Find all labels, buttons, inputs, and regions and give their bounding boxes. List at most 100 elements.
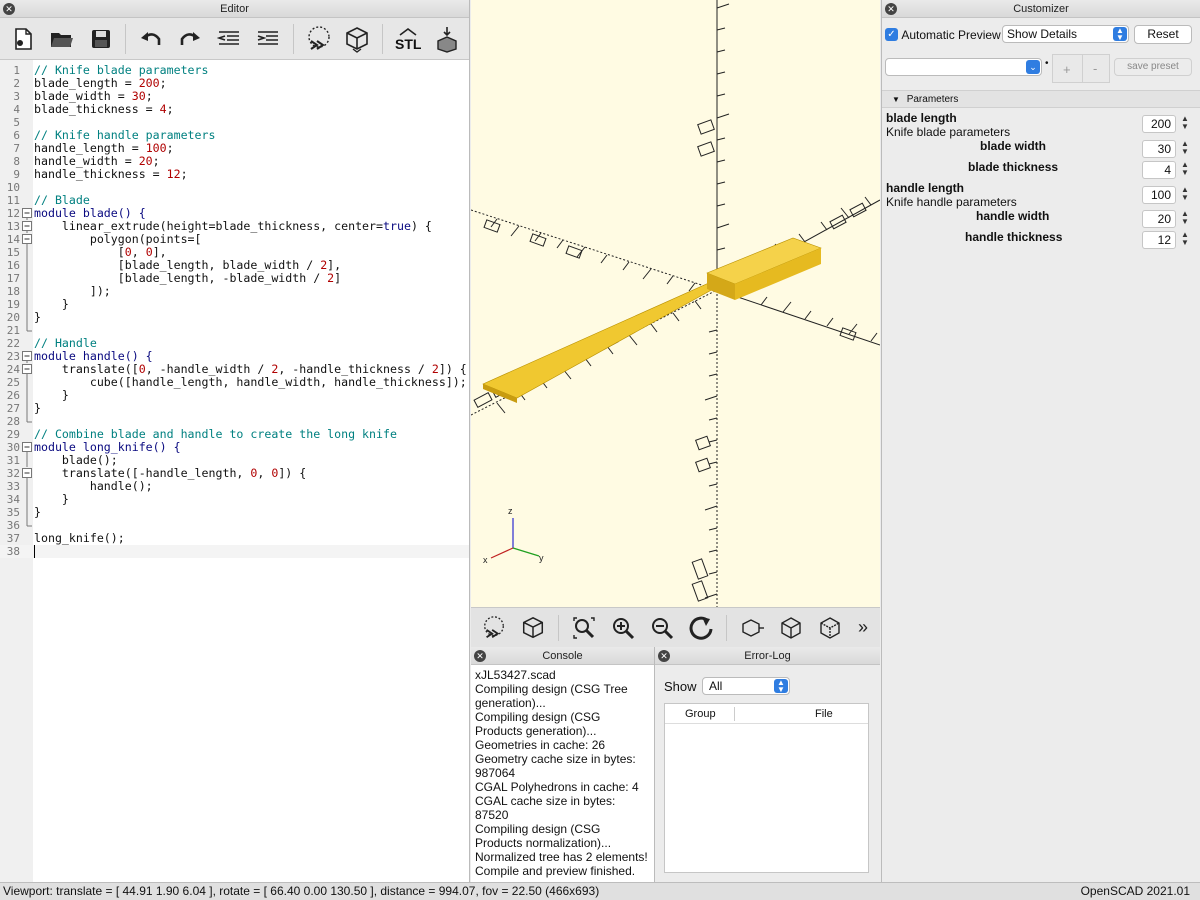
details-select-value: Show Details [1007,27,1078,41]
param-blade-length-desc: Knife blade parameters [886,125,1011,139]
parameters-section-header[interactable]: ▼ Parameters [882,90,1200,108]
code-line[interactable]: 34 } [0,493,469,506]
spin-arrows-icon[interactable]: ▲ ▼ [1179,210,1191,228]
line-number: 11 [6,194,20,207]
line-number: 21 [6,324,20,337]
line-number: 31 [6,454,20,467]
close-icon[interactable]: ✕ [474,650,486,662]
line-number: 29 [6,428,20,441]
customizer-panel: ✕ Customizer ✓ Automatic Preview Show De… [881,0,1200,882]
param-blade-length-label: blade length [886,111,957,125]
view-top-icon[interactable] [774,611,808,645]
line-number: 30 [6,441,20,454]
line-number: 33 [6,480,20,493]
param-handle-length-input[interactable]: 100 [1142,186,1176,204]
editor-toolbar: STL [0,18,469,60]
code-line[interactable]: 37 long_knife(); [0,532,469,546]
view-right-icon[interactable] [735,611,769,645]
editor-panel: ✕ Editor STL 1 // Knife blade parameters… [0,0,470,882]
spin-arrows-icon[interactable]: ▲ ▼ [1179,161,1191,179]
param-handle-width-input[interactable]: 20 [1142,210,1176,228]
zoom-in-icon[interactable] [606,611,640,645]
code-line[interactable]: 9 handle_thickness = 12; [0,168,469,182]
save-preset-button[interactable]: save preset [1114,58,1192,76]
code-line[interactable]: 20} [0,311,469,324]
new-file-icon[interactable] [6,22,40,56]
unindent-icon[interactable] [212,22,246,56]
save-icon[interactable] [84,22,118,56]
more-tools-button[interactable]: » [858,617,868,638]
console-line: Normalized tree has 2 elements! [475,850,648,864]
preset-select[interactable]: ⌄ [885,58,1042,76]
code-line[interactable]: 18 ]); [0,285,469,298]
triangle-down-icon: ▼ [892,95,900,104]
code-line[interactable]: 19 } [0,298,469,311]
reset-view-icon[interactable] [684,611,718,645]
remove-preset-button[interactable]: - [1093,61,1097,76]
code-line[interactable]: 35} [0,506,469,519]
line-number: 32 [6,467,20,480]
spin-arrows-icon[interactable]: ▲ ▼ [1179,140,1191,158]
line-number: 8 [13,155,20,168]
code-line[interactable]: 25 cube([handle_length, handle_width, ha… [0,376,469,389]
status-bar: Viewport: translate = [ 44.91 1.90 6.04 … [0,882,1200,900]
render-icon[interactable] [516,611,550,645]
auto-preview-label: Automatic Preview [901,27,1001,42]
spin-arrows-icon[interactable]: ▲ ▼ [1179,115,1191,133]
line-number: 20 [6,311,20,324]
select-arrows-icon: ▲ ▼ [774,679,788,694]
param-blade-width-input[interactable]: 30 [1142,140,1176,158]
code-line[interactable]: 33 handle(); [0,480,469,493]
console-line: Compiling design (CSG Tree generation)..… [475,682,628,710]
details-select[interactable]: Show Details ▲ ▼ [1002,25,1129,43]
param-blade-length-input[interactable]: 200 [1142,115,1176,133]
version-label: OpenSCAD 2021.01 [1080,884,1190,898]
line-number: 25 [6,376,20,389]
col-group[interactable]: Group [685,704,716,724]
view-bottom-icon[interactable] [813,611,847,645]
render-icon[interactable] [341,22,375,56]
close-icon[interactable]: ✕ [658,650,670,662]
send-to-print-icon[interactable] [430,22,464,56]
line-number: 24 [6,363,20,376]
param-handle-length-desc: Knife handle parameters [886,195,1017,209]
close-icon[interactable]: ✕ [885,3,897,15]
code-line[interactable]: 38 [0,545,469,558]
show-select[interactable]: All ▲ ▼ [702,677,790,695]
3d-viewport[interactable]: z x y [471,0,880,607]
indent-icon[interactable] [251,22,285,56]
checkbox-checked-icon[interactable]: ✓ [885,28,898,42]
axes-gizmo: z x y [483,506,544,565]
code-editor[interactable]: 1// Knife blade parameters 2 blade_length … [0,60,469,882]
line-number: 15 [6,246,20,259]
param-handle-thickness-input[interactable]: 12 [1142,231,1176,249]
line-number: 10 [6,181,20,194]
close-icon[interactable]: ✕ [3,3,15,15]
editor-title: Editor [220,3,249,15]
preview-icon[interactable] [477,611,511,645]
editor-titlebar: ✕ Editor [0,0,469,18]
zoom-out-icon[interactable] [645,611,679,645]
code-line[interactable]: 27} [0,402,469,415]
auto-preview-checkbox[interactable]: ✓ Automatic Preview [885,27,1001,42]
reset-button[interactable]: Reset [1134,25,1192,44]
code-line[interactable]: 4 blade_thickness = 4; [0,102,469,117]
redo-icon[interactable] [173,22,207,56]
open-file-icon[interactable] [45,22,79,56]
line-number: 1 [13,64,20,77]
spin-arrows-icon[interactable]: ▲ ▼ [1179,186,1191,204]
param-handle-thickness-label: handle thickness [965,230,1063,244]
add-preset-button[interactable]: + [1063,62,1071,77]
col-file[interactable]: File [815,704,833,724]
line-number: 18 [6,285,20,298]
export-stl-icon[interactable]: STL [391,22,425,56]
code-line[interactable]: 26 } [0,389,469,402]
line-number: 23 [6,350,20,363]
param-blade-thickness-input[interactable]: 4 [1142,161,1176,179]
preview-icon[interactable] [302,22,336,56]
code-text: blade_thickness = 4; [34,102,174,116]
undo-icon[interactable] [134,22,168,56]
errorlog-title: Error-Log [744,650,791,662]
spin-arrows-icon[interactable]: ▲ ▼ [1179,231,1191,249]
view-all-icon[interactable] [567,611,601,645]
